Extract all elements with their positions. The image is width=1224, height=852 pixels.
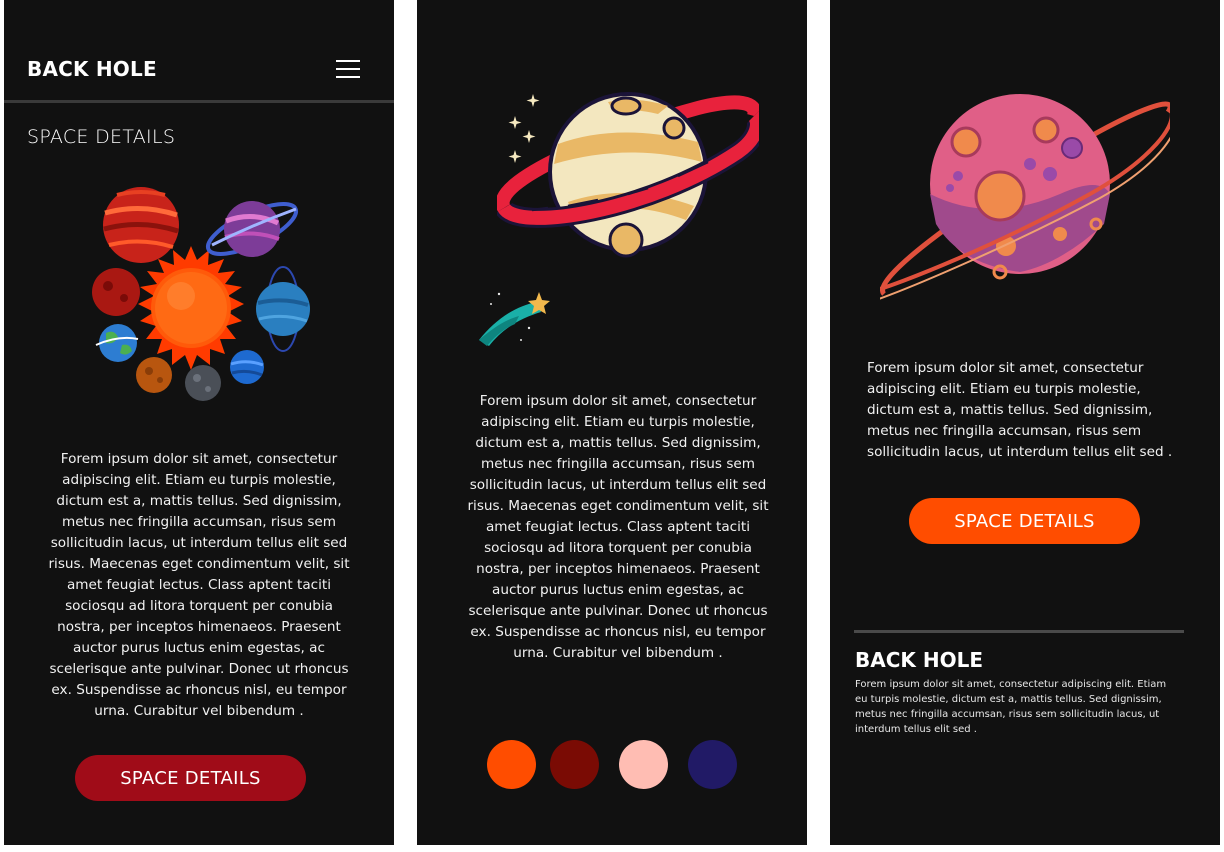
body-text: Forem ipsum dolor sit amet, consectetur … [867,360,1173,460]
body-text: Forem ipsum dolor sit amet, consectetur … [467,393,769,661]
color-swatch-pink [619,740,668,789]
body-text: Forem ipsum dolor sit amet, consectetur … [48,451,350,719]
footer-text: Forem ipsum dolor sit amet, consectetur … [855,679,1167,735]
ringed-planet-illustration [497,92,759,258]
footer-divider [854,630,1184,633]
pink-ringed-planet-illustration [880,94,1170,300]
color-swatch-navy [688,740,737,789]
space-details-button[interactable]: SPACE DETAILS [75,755,306,801]
color-swatch-orange [487,740,536,789]
screen-home: BACK HOLE SPACE DETAILS Forem ipsum dolo… [4,0,394,845]
hamburger-menu-icon[interactable] [336,59,360,79]
header-divider [4,100,394,103]
screen-planet-detail: Forem ipsum dolor sit amet, consectetur … [417,0,807,845]
brand-logo-text[interactable]: BACK HOLE [27,57,157,81]
page-title: SPACE DETAILS [27,126,176,148]
shooting-star-icon [479,292,550,346]
space-details-button[interactable]: SPACE DETAILS [909,498,1140,544]
screen-planet-info: Forem ipsum dolor sit amet, consectetur … [830,0,1220,845]
footer-brand[interactable]: BACK HOLE [855,648,983,672]
solar-system-illustration [92,187,310,401]
color-swatch-dark-red [550,740,599,789]
